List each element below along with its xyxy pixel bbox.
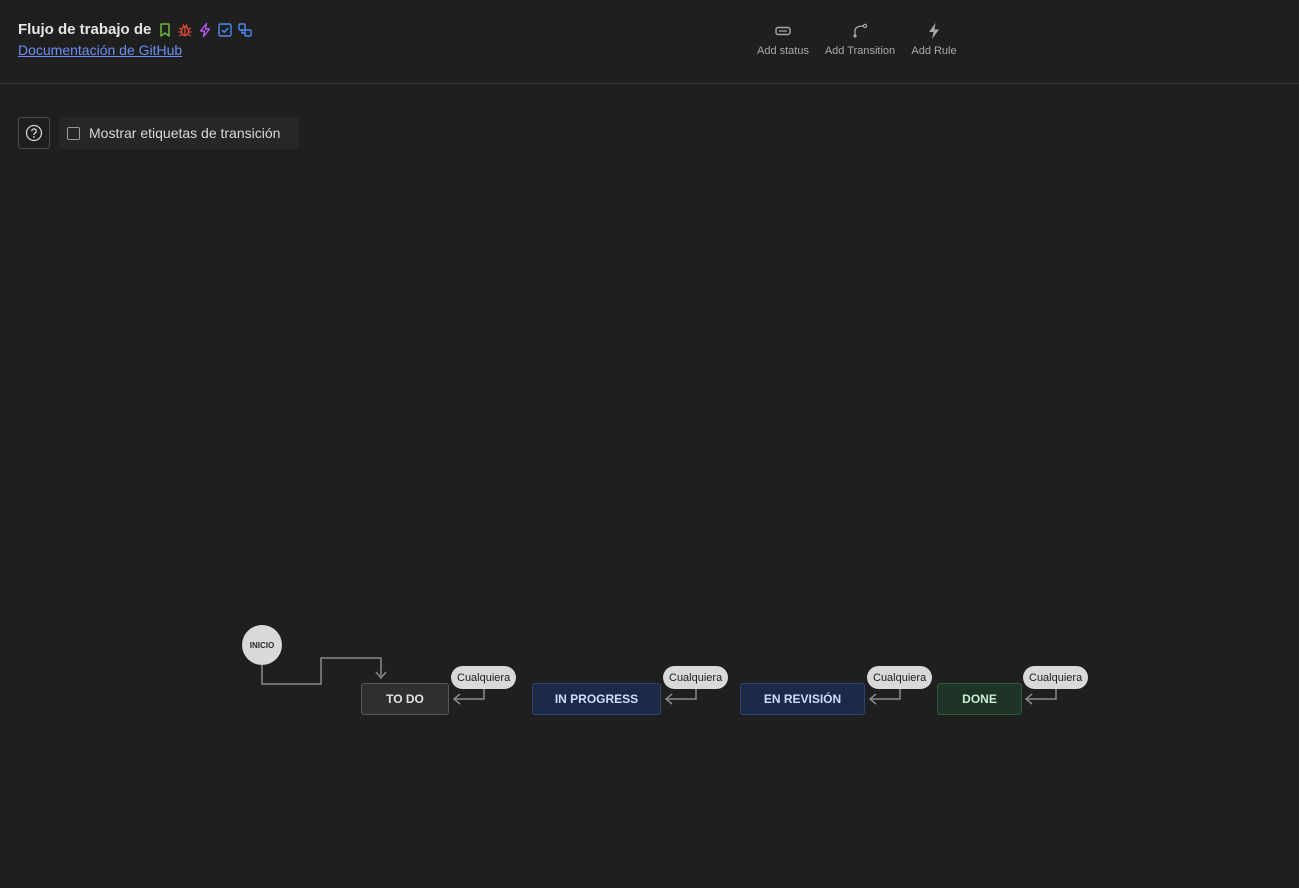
start-node[interactable]: INICIO — [242, 625, 282, 665]
status-node-todo[interactable]: TO DO — [361, 683, 449, 715]
add-rule-button[interactable]: Add Rule — [910, 21, 958, 57]
global-transition-arrow-done — [1024, 693, 1033, 705]
initial-transition-line — [261, 657, 382, 685]
global-transition-line-todo — [455, 688, 485, 700]
help-button[interactable] — [18, 117, 50, 149]
github-documentation-link[interactable]: Documentación de GitHub — [18, 42, 182, 58]
lightning-icon — [910, 21, 958, 41]
global-transition-label-todo[interactable]: Cualquiera — [451, 666, 517, 689]
status-node-in-progress[interactable]: IN PROGRESS — [532, 683, 661, 715]
status-node-en-revision[interactable]: EN REVISIÓN — [740, 683, 865, 715]
global-transition-line-review — [871, 688, 901, 700]
add-rule-label: Add Rule — [911, 45, 957, 57]
workflow-header: Flujo de trabajo de Documentación de Git… — [0, 0, 1299, 84]
add-status-button[interactable]: Add status — [754, 21, 812, 57]
page-title: Flujo de trabajo de — [18, 21, 152, 38]
global-transition-label-en-revision[interactable]: Cualquiera — [867, 666, 933, 689]
global-transition-arrow-inprogress — [664, 693, 673, 705]
checkbox-icon — [217, 22, 233, 38]
initial-transition-arrow — [375, 671, 387, 680]
show-transition-labels-checkbox[interactable] — [67, 126, 80, 140]
status-icon — [754, 21, 812, 41]
status-node-done[interactable]: DONE — [937, 683, 1022, 715]
add-transition-button[interactable]: Add Transition — [822, 21, 898, 57]
add-transition-label: Add Transition — [824, 45, 896, 57]
subtask-icon — [237, 22, 253, 38]
lightning-icon — [197, 22, 213, 38]
show-transition-labels-label: Mostrar etiquetas de transición — [89, 125, 281, 141]
question-icon — [25, 124, 43, 142]
global-transition-arrow-todo — [452, 693, 461, 705]
global-transition-label-in-progress[interactable]: Cualquiera — [663, 666, 729, 689]
global-transition-line-inprogress — [667, 688, 697, 700]
global-transition-label-done[interactable]: Cualquiera — [1023, 666, 1089, 689]
bug-icon — [177, 22, 193, 38]
title-row: Flujo de trabajo de — [18, 21, 257, 38]
show-transition-labels-toggle[interactable]: Mostrar etiquetas de transición — [59, 117, 299, 149]
global-transition-line-done — [1027, 688, 1057, 700]
add-status-label: Add status — [757, 45, 809, 57]
bookmark-icon — [157, 22, 173, 38]
global-transition-arrow-review — [868, 693, 877, 705]
transition-icon — [822, 21, 898, 41]
